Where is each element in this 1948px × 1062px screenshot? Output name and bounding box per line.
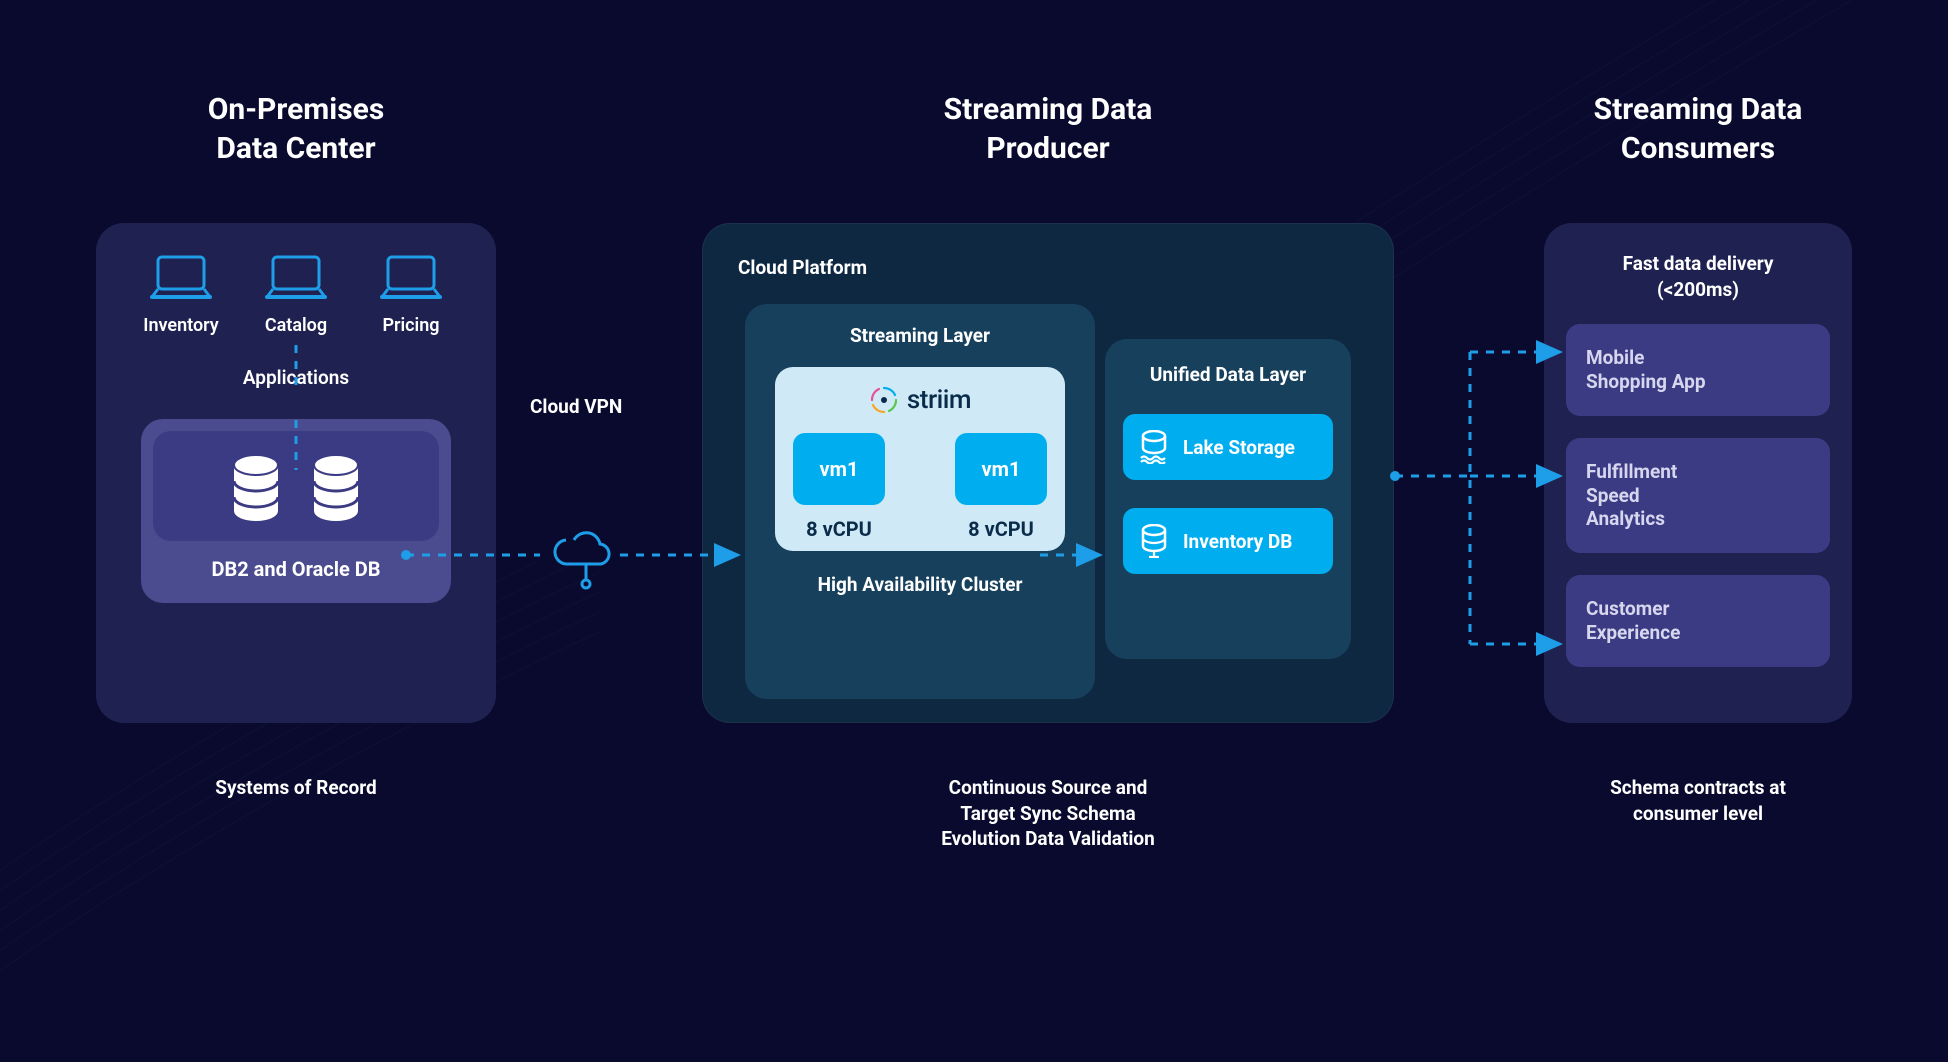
vm-row: vm1 8 vCPU vm1 8 vCPU [793, 433, 1047, 541]
laptop-icon [148, 253, 214, 303]
unified-layer-title: Unified Data Layer [1123, 363, 1333, 386]
caption-producer: Continuous Source and Target Sync Schema… [702, 775, 1394, 852]
title-consumers: Streaming Data Consumers [1544, 90, 1852, 168]
panel-onprem: Inventory Catalog Pricing Applications [96, 223, 496, 723]
streaming-layer-title: Streaming Layer [745, 324, 1095, 347]
striim-brand-text: striim [907, 385, 971, 415]
ha-cluster-label: High Availability Cluster [745, 573, 1095, 596]
vm-chip: vm1 [955, 433, 1047, 505]
striim-brand: striim [793, 385, 1047, 415]
consumer-customer: Customer Experience [1566, 575, 1830, 667]
cloud-vpn-icon [555, 533, 609, 588]
laptop-label: Pricing [382, 315, 439, 336]
inventory-db-label: Inventory DB [1183, 530, 1292, 553]
title-producer: Streaming Data Producer [702, 90, 1394, 168]
laptop-icon [263, 253, 329, 303]
db-card: DB2 and Oracle DB [141, 419, 451, 603]
inventory-db-item: Inventory DB [1123, 508, 1333, 574]
laptop-inventory: Inventory [126, 253, 236, 336]
database-icon [228, 453, 284, 523]
unified-layer-card: Unified Data Layer Lake Storage Inventor… [1105, 339, 1351, 659]
vm-2: vm1 8 vCPU [955, 433, 1047, 541]
panel-consumers: Fast data delivery (<200ms) Mobile Shopp… [1544, 223, 1852, 723]
db-inner [153, 431, 439, 541]
laptops-row: Inventory Catalog Pricing [96, 223, 496, 336]
streaming-layer-card: Streaming Layer striim vm1 8 vCPU [745, 304, 1095, 699]
vm-chip: vm1 [793, 433, 885, 505]
ha-cluster-card: striim vm1 8 vCPU vm1 8 vCPU [775, 367, 1065, 551]
db-label: DB2 and Oracle DB [153, 557, 439, 581]
caption-onprem: Systems of Record [96, 775, 496, 801]
vm-cpu: 8 vCPU [806, 517, 872, 541]
title-onprem: On-Premises Data Center [96, 90, 496, 168]
lake-storage-label: Lake Storage [1183, 436, 1295, 459]
laptop-label: Catalog [265, 315, 327, 336]
consumer-fulfillment: Fulfillment Speed Analytics [1566, 438, 1830, 553]
lake-storage-icon [1139, 430, 1169, 464]
consumer-mobile: Mobile Shopping App [1566, 324, 1830, 416]
cloud-vpn-label: Cloud VPN [530, 395, 622, 418]
laptop-label: Inventory [143, 315, 218, 336]
database-icon [308, 453, 364, 523]
cloud-platform-label: Cloud Platform [738, 256, 867, 279]
laptop-catalog: Catalog [241, 253, 351, 336]
caption-consumers: Schema contracts at consumer level [1544, 775, 1852, 826]
lake-storage-item: Lake Storage [1123, 414, 1333, 480]
applications-label: Applications [96, 366, 496, 389]
laptop-icon [378, 253, 444, 303]
vm-cpu: 8 vCPU [968, 517, 1034, 541]
inventory-db-icon [1139, 524, 1169, 558]
vm-1: vm1 8 vCPU [793, 433, 885, 541]
striim-logo-icon [869, 385, 899, 415]
laptop-pricing: Pricing [356, 253, 466, 336]
consumers-header: Fast data delivery (<200ms) [1544, 223, 1852, 302]
panel-cloud: Cloud Platform Streaming Layer striim [702, 223, 1394, 723]
